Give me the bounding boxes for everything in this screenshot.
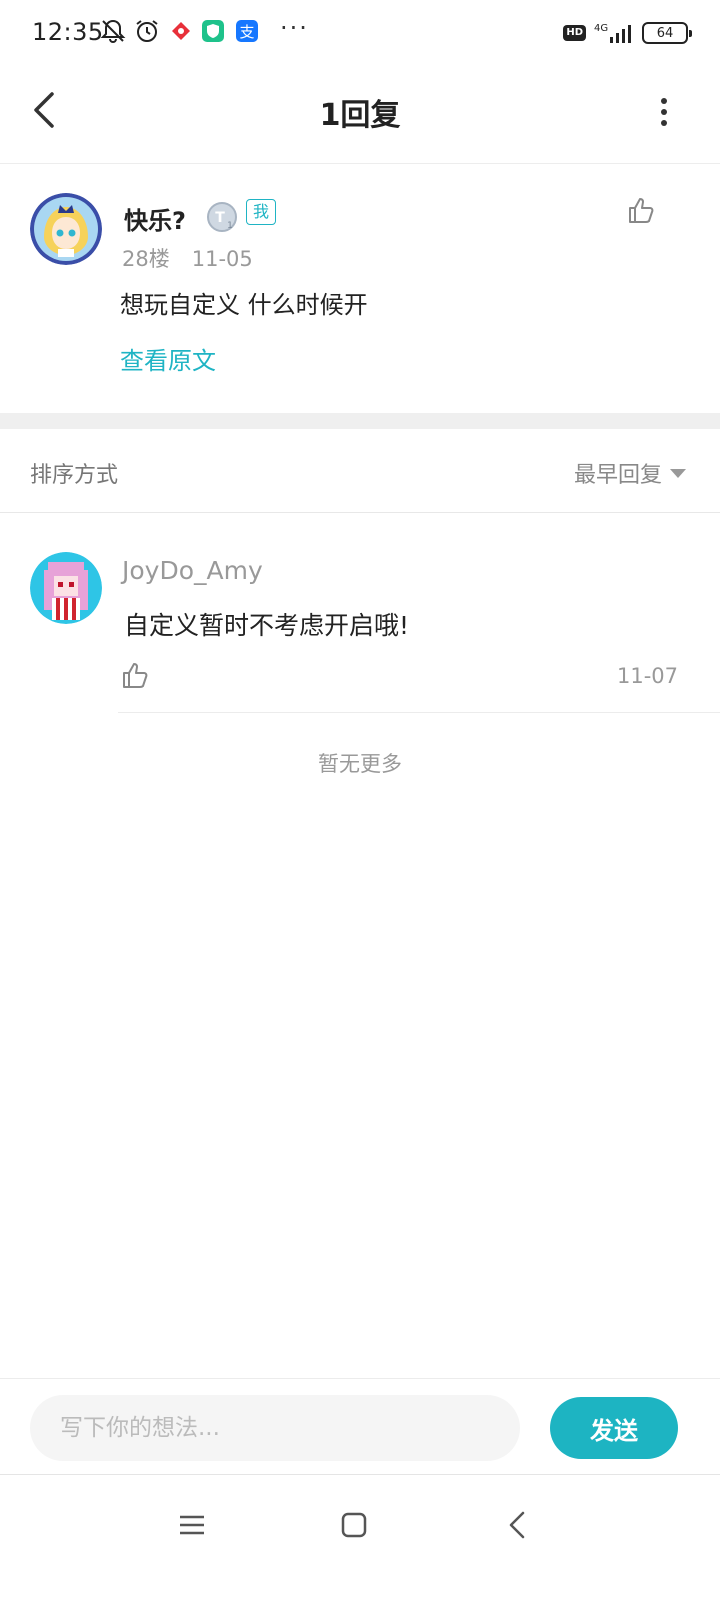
original-post: 快乐? T 1 我 28楼 11-05 想玩自定义 什么时候开 查看原文: [0, 165, 720, 413]
app-green-shield-icon: [202, 20, 224, 42]
menu-icon[interactable]: [172, 1505, 212, 1545]
hd-badge: HD: [563, 25, 586, 41]
svg-text:T: T: [215, 210, 225, 226]
reply-username[interactable]: JoyDo_Amy: [122, 556, 263, 585]
status-bar: 12:35 支 ··· HD 4G 64: [0, 0, 720, 66]
page-title: 1回复: [319, 98, 401, 133]
post-floor: 28楼: [122, 247, 170, 271]
network-label: 4G: [594, 23, 608, 34]
alipay-icon: 支: [236, 20, 258, 42]
post-content: 想玩自定义 什么时候开: [120, 291, 368, 319]
reply-avatar[interactable]: [30, 552, 102, 624]
top-app-bar: 1回复: [0, 66, 720, 164]
alarm-icon: [136, 20, 158, 42]
view-original-link[interactable]: 查看原文: [120, 341, 216, 376]
comment-input[interactable]: [30, 1395, 520, 1461]
thumbs-up-icon[interactable]: [626, 195, 656, 225]
signal-icon: 4G: [594, 23, 631, 43]
sort-bar: 排序方式 最早回复: [0, 429, 720, 513]
more-dots-icon: ···: [280, 14, 309, 42]
home-square-icon[interactable]: [334, 1505, 374, 1545]
battery-icon: 64: [642, 22, 692, 44]
reply-content: 自定义暂时不考虑开启哦!: [124, 611, 410, 640]
section-divider: [0, 413, 720, 429]
app-red-icon: [172, 22, 190, 40]
caret-down-icon: [670, 468, 686, 478]
mute-bell-icon: [100, 19, 126, 43]
comment-bar: 发送: [0, 1378, 720, 1474]
post-username[interactable]: 快乐?: [124, 201, 186, 236]
send-button[interactable]: 发送: [550, 1397, 678, 1459]
post-meta: 28楼 11-05: [122, 243, 253, 273]
sort-value: 最早回复: [573, 463, 662, 488]
vertical-dots-icon[interactable]: [658, 94, 670, 130]
status-right: HD 4G 64: [563, 20, 692, 46]
battery-level: 64: [656, 25, 674, 41]
thumbs-up-icon[interactable]: [120, 660, 150, 690]
sort-dropdown[interactable]: 最早回复: [574, 457, 686, 489]
me-badge: 我: [246, 199, 277, 225]
level-badge-icon: T 1: [207, 202, 237, 232]
no-more-label: 暂无更多: [318, 752, 402, 776]
reply-divider: [118, 712, 720, 713]
post-date: 11-05: [191, 247, 253, 271]
reply-date: 11-07: [616, 664, 678, 688]
system-nav-bar: [0, 1474, 720, 1600]
svg-text:1: 1: [227, 221, 233, 231]
svg-text:支: 支: [239, 23, 254, 41]
status-time: 12:35: [32, 18, 104, 46]
back-triangle-icon[interactable]: [498, 1505, 538, 1545]
sort-label: 排序方式: [30, 463, 119, 488]
post-avatar[interactable]: [30, 193, 102, 265]
reply-item: JoyDo_Amy 自定义暂时不考虑开启哦! 11-07: [0, 514, 720, 714]
